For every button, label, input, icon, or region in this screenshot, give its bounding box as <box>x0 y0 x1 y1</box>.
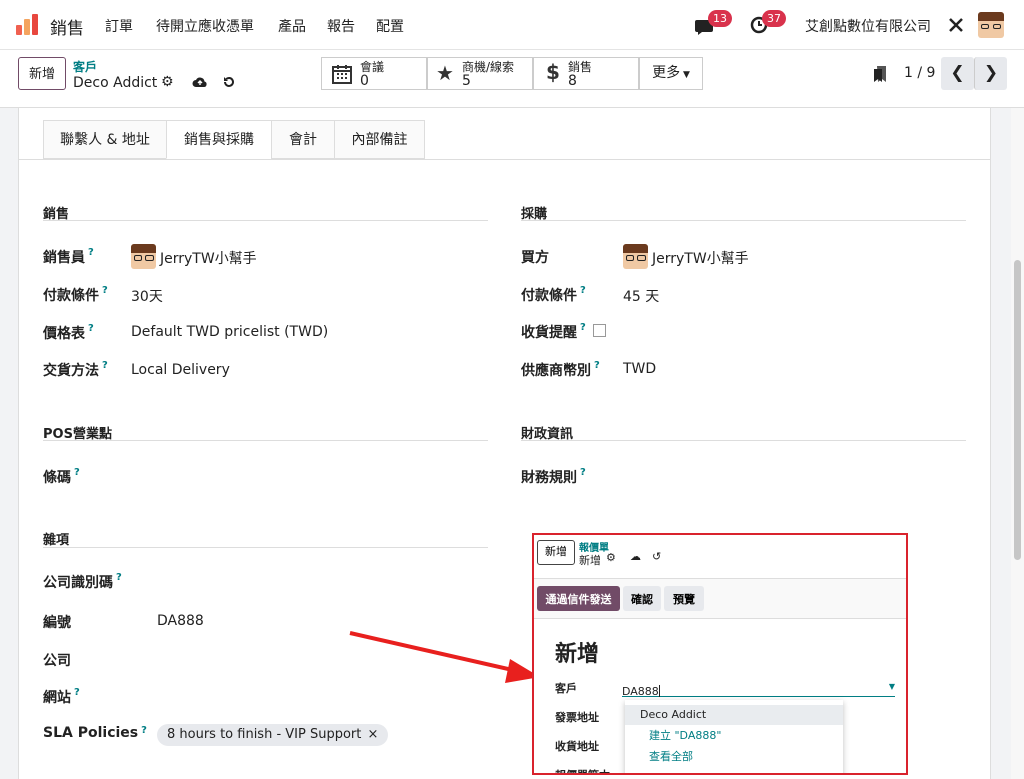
discard-icon[interactable] <box>222 75 236 89</box>
scrollbar-thumb[interactable] <box>1014 260 1021 560</box>
reference-label: 編號 <box>43 615 71 631</box>
customer-autocomplete-dropdown: Deco Addict 建立 "DA888" 查看全部 <box>625 700 843 773</box>
opportunities-smart-button[interactable]: ★ 商機/線索 5 <box>427 57 533 90</box>
app-name[interactable]: 銷售 <box>50 14 84 39</box>
menu-configuration[interactable]: 配置 <box>376 16 404 36</box>
preview-button[interactable]: 預覽 <box>664 586 704 611</box>
quotation-template-label: 報價單範本 <box>555 767 610 773</box>
customer-input[interactable]: DA888 ▼ <box>622 680 895 698</box>
fiscal-position-label: 財務規則? <box>521 467 586 486</box>
quotation-inset: 新增 報價單 新增 ⚙ ☁ ↺ 通過信件發送 確認 預覽 新增 客戶 DA888… <box>532 533 908 775</box>
activities-badge: 37 <box>762 10 786 27</box>
customer-input-value: DA888 <box>622 685 659 698</box>
quotation-gear-icon[interactable]: ⚙ <box>606 551 616 564</box>
salesperson-value[interactable]: JerryTW小幫手 <box>160 248 257 268</box>
new-button[interactable]: 新增 <box>18 57 66 90</box>
buyer-avatar <box>623 244 648 269</box>
messages-badge: 13 <box>708 10 732 27</box>
menu-to-invoice[interactable]: 待開立應收憑單 <box>156 16 254 36</box>
receipt-reminder-checkbox[interactable] <box>593 324 606 337</box>
tab-accounting[interactable]: 會計 <box>271 120 335 159</box>
dropdown-search-more[interactable]: 查看全部 <box>625 747 843 767</box>
tab-internal-notes[interactable]: 內部備註 <box>334 120 425 159</box>
annotation-arrow-icon <box>349 631 540 683</box>
dropdown-option-deco-addict[interactable]: Deco Addict <box>625 705 843 725</box>
quotation-record-name: 新增 <box>579 554 601 567</box>
delivery-address-label: 收貨地址 <box>555 740 599 753</box>
supplier-currency-label: 供應商幣別? <box>521 360 600 379</box>
website-label: 網站? <box>43 687 80 706</box>
tag-remove-icon[interactable]: × <box>368 727 379 742</box>
payment-terms-label: 付款條件? <box>43 285 108 304</box>
user-avatar[interactable] <box>978 12 1004 38</box>
sales-smart-button[interactable]: $ 銷售 8 <box>533 57 639 90</box>
reference-value[interactable]: DA888 <box>157 613 204 629</box>
meetings-count: 0 <box>360 73 369 89</box>
sla-policies-label: SLA Policies? <box>43 725 147 741</box>
tab-contacts[interactable]: 聯繫人 & 地址 <box>43 120 167 159</box>
pricelist-label: 價格表? <box>43 323 94 342</box>
salesperson-label: 銷售員? <box>43 247 94 266</box>
payment-terms-value[interactable]: 30天 <box>131 286 163 306</box>
misc-section-title: 雜項 <box>43 533 70 548</box>
gear-icon[interactable]: ⚙ <box>161 74 174 90</box>
breadcrumb-parent[interactable]: 客戶 <box>73 58 97 75</box>
supplier-currency-value[interactable]: TWD <box>623 361 656 377</box>
quotation-heading: 新增 <box>555 642 600 667</box>
buyer-label: 買方 <box>521 250 549 266</box>
supplier-payment-terms-label: 付款條件? <box>521 285 586 304</box>
company-id-label: 公司識別碼? <box>43 572 122 591</box>
bookmark-icon <box>874 66 886 82</box>
supplier-payment-terms-value[interactable]: 45 天 <box>623 286 659 306</box>
barcode-label: 條碼? <box>43 467 80 486</box>
dropdown-create-option[interactable]: 建立 "DA888" <box>625 726 843 746</box>
quotation-new-button[interactable]: 新增 <box>537 540 575 565</box>
confirm-button[interactable]: 確認 <box>623 586 661 611</box>
pager-value[interactable]: 1 / 9 <box>904 65 935 81</box>
tab-sales-purchase[interactable]: 銷售與採購 <box>166 120 272 159</box>
sla-policy-tag[interactable]: 8 hours to finish - VIP Support × <box>157 724 389 746</box>
company-label: 公司 <box>43 653 71 669</box>
company-switcher[interactable]: 艾創點數位有限公司 <box>805 16 931 36</box>
delivery-method-label: 交貨方法? <box>43 360 108 379</box>
pager-next-button[interactable]: ❯ <box>974 57 1007 90</box>
salesperson-avatar <box>131 244 156 269</box>
customer-label: 客戶 <box>555 682 577 695</box>
meetings-smart-button[interactable]: 會議 0 <box>321 57 427 90</box>
sla-policy-tag-label: 8 hours to finish - VIP Support <box>167 727 362 742</box>
quotation-discard-icon[interactable]: ↺ <box>652 550 661 563</box>
dollar-icon: $ <box>546 60 560 84</box>
chevron-left-icon: ❮ <box>950 63 965 83</box>
star-icon: ★ <box>436 61 454 85</box>
app-logo-icon[interactable] <box>16 14 40 35</box>
calendar-icon <box>332 65 352 84</box>
delivery-method-value[interactable]: Local Delivery <box>131 362 230 378</box>
receipt-reminder-label: 收貨提醒? <box>521 322 586 341</box>
menu-orders[interactable]: 訂單 <box>105 16 133 36</box>
caret-down-icon: ▼ <box>680 70 690 80</box>
chevron-right-icon: ❯ <box>983 63 999 83</box>
send-by-email-button[interactable]: 通過信件發送 <box>537 586 620 611</box>
top-navbar: 銷售 訂單 待開立應收憑單 產品 報告 配置 13 37 艾創點數位有限公司 <box>0 0 1024 50</box>
pricelist-value[interactable]: Default TWD pricelist (TWD) <box>131 324 328 340</box>
cloud-save-icon[interactable] <box>192 75 208 89</box>
more-button[interactable]: 更多 ▼ <box>639 57 703 90</box>
debug-tools-icon[interactable] <box>947 16 965 34</box>
page-scrollbar[interactable] <box>1011 108 1024 779</box>
caret-down-icon: ▼ <box>888 682 895 691</box>
sales-count: 8 <box>568 73 577 89</box>
more-label: 更多 <box>652 65 681 81</box>
menu-products[interactable]: 產品 <box>278 16 306 36</box>
record-name: Deco Addict <box>73 75 158 91</box>
invoice-address-label: 發票地址 <box>555 711 599 724</box>
quotation-cloud-icon[interactable]: ☁ <box>630 550 641 563</box>
buyer-value[interactable]: JerryTW小幫手 <box>652 248 749 268</box>
pager-previous-button[interactable]: ❮ <box>941 57 974 90</box>
menu-reporting[interactable]: 報告 <box>327 16 355 36</box>
opportunities-count: 5 <box>462 73 471 89</box>
